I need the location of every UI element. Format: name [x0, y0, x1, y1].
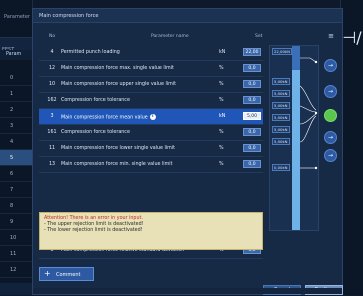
- background-row[interactable]: 7: [0, 182, 32, 198]
- row-number: 13: [48, 162, 56, 167]
- row-number: 3: [50, 114, 54, 119]
- background-row[interactable]: 3: [0, 118, 32, 134]
- warning-message: Attention! There is an error in your inp…: [39, 212, 263, 250]
- background-tab-secondary[interactable]: Param: [0, 50, 32, 60]
- row-name: Main compression force mean value i: [61, 114, 156, 121]
- row-set-value-field[interactable]: 0,0: [243, 64, 261, 72]
- row-number: 4: [50, 50, 54, 55]
- row-set-value-field[interactable]: 0,0: [243, 128, 261, 136]
- row-unit: %: [219, 130, 224, 135]
- row-name: Main compression force min. single value…: [61, 162, 173, 167]
- background-row[interactable]: 0: [0, 70, 32, 86]
- background-row[interactable]: 6: [0, 166, 32, 182]
- row-unit: %: [219, 82, 224, 87]
- background-app-right: ⊣/: [340, 0, 363, 295]
- column-header-no: No: [49, 34, 56, 39]
- dialog-header: Main compression force: [33, 9, 342, 23]
- row-unit: %: [219, 66, 224, 71]
- diagram-lines: [299, 57, 318, 170]
- row-set-value-field[interactable]: 5,00: [243, 112, 261, 120]
- row-number: 11: [48, 146, 56, 151]
- background-row[interactable]: 8: [0, 198, 32, 214]
- row-name: Main compression force max. single value…: [61, 66, 174, 71]
- row-set-value-field[interactable]: 22,00: [243, 48, 261, 56]
- background-row[interactable]: 12: [0, 262, 32, 278]
- background-tab-secondary-label: Param: [6, 52, 22, 57]
- background-row[interactable]: 9: [0, 214, 32, 230]
- row-number: 162: [47, 98, 57, 103]
- table-row[interactable]: 11 Main compression force lower single v…: [39, 141, 263, 157]
- arrow-right-button[interactable]: →: [324, 85, 337, 98]
- compression-force-dialog: Main compression force No Parameter name…: [32, 8, 343, 295]
- row-unit: kN: [219, 114, 226, 119]
- row-set-value-field[interactable]: 0,0: [243, 80, 261, 88]
- background-bottom-bar: [0, 283, 32, 295]
- table-column-headers: No Parameter name Set: [33, 31, 342, 41]
- background-row[interactable]: 10: [0, 230, 32, 246]
- status-green-button[interactable]: [324, 109, 337, 122]
- row-unit: %: [219, 162, 224, 167]
- table-row[interactable]: 161 Compression force tolerance % 0,0: [39, 125, 263, 141]
- table-row[interactable]: 4 Permitted punch loading kN 22,00: [39, 45, 263, 61]
- row-number: 161: [47, 130, 57, 135]
- row-unit: %: [219, 146, 224, 151]
- row-name: Permitted punch loading: [61, 50, 120, 55]
- table-row-selected[interactable]: 3 Main compression force mean value i kN …: [39, 109, 263, 125]
- table-row[interactable]: 162 Compression force tolerance % 0,0: [39, 93, 263, 109]
- background-row[interactable]: 2: [0, 102, 32, 118]
- limit-diagram: 22,00kN 5,00kN 5,00kN 5,00kN 5,00kN 5,00…: [269, 45, 319, 231]
- background-row[interactable]: 1: [0, 86, 32, 102]
- background-row-list: 0 1 2 3 4 5 6 7 8 9 10 11 12 13: [0, 70, 32, 294]
- side-controls: ≡ → → → →: [322, 29, 340, 229]
- row-name: Main compression force lower single valu…: [61, 146, 176, 151]
- row-number: 12: [48, 66, 56, 71]
- column-header-set: Set: [255, 34, 263, 39]
- table-row[interactable]: 10 Main compression force upper single v…: [39, 77, 263, 93]
- warning-line: - The lower rejection limit is deactivat…: [44, 228, 143, 233]
- comment-button-label: Comment: [56, 272, 81, 278]
- row-number: 10: [48, 82, 56, 87]
- arrow-right-button[interactable]: →: [324, 59, 337, 72]
- plus-icon: +: [44, 269, 51, 278]
- row-set-value-field[interactable]: 0,0: [243, 144, 261, 152]
- background-row[interactable]: 4: [0, 134, 32, 150]
- row-unit: %: [219, 98, 224, 103]
- dialog-title: Main compression force: [39, 13, 99, 19]
- background-row[interactable]: 11: [0, 246, 32, 262]
- background-row-active[interactable]: 5: [0, 150, 32, 166]
- arrow-right-button[interactable]: →: [324, 149, 337, 162]
- info-icon[interactable]: i: [149, 114, 156, 120]
- dialog-footer: [33, 288, 342, 294]
- row-name-text: Main compression force mean value: [61, 115, 148, 121]
- row-unit: kN: [219, 50, 226, 55]
- background-title: Parameter: [4, 14, 31, 20]
- row-set-value-field[interactable]: 0,0: [243, 160, 261, 168]
- connection-icon[interactable]: ⊣/: [342, 28, 362, 48]
- row-name: Main compression force upper single valu…: [61, 82, 177, 87]
- background-app-left: Parameter FEST Param 0 1 2 3 4 5 6 7 8 9…: [0, 0, 33, 295]
- row-set-value-field[interactable]: 0,0: [243, 96, 261, 104]
- menu-icon[interactable]: ≡: [325, 31, 337, 41]
- row-name: Compression force tolerance: [61, 98, 130, 103]
- table-row[interactable]: 13 Main compression force min. single va…: [39, 157, 263, 173]
- arrow-right-button[interactable]: →: [324, 131, 337, 144]
- table-row[interactable]: 12 Main compression force max. single va…: [39, 61, 263, 77]
- column-header-name: Parameter name: [151, 34, 189, 39]
- comment-button[interactable]: + Comment: [39, 267, 94, 281]
- row-name: Compression force tolerance: [61, 130, 130, 135]
